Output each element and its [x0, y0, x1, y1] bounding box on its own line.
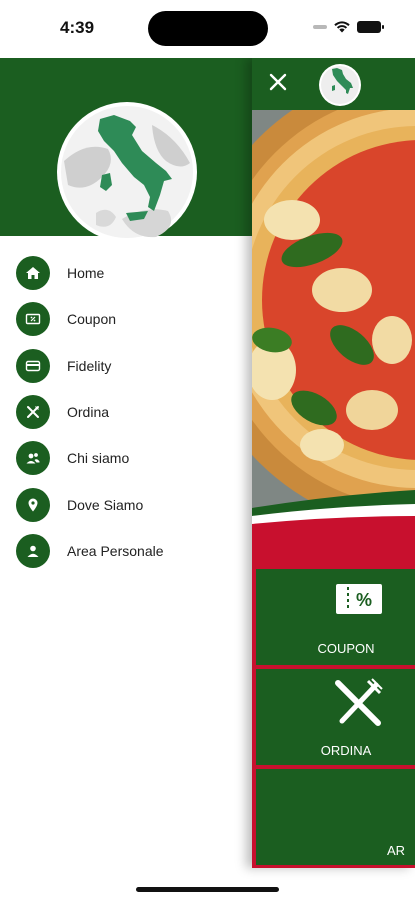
- italy-globe-logo-small: [319, 64, 361, 106]
- menu-item-home[interactable]: Home: [0, 250, 252, 296]
- home-indicator[interactable]: [136, 887, 279, 892]
- home-icon: [16, 256, 50, 291]
- pizza-hero-image: [252, 110, 415, 565]
- menu-label-dove-siamo: Dove Siamo: [67, 496, 144, 513]
- hero-banner: [252, 110, 415, 565]
- italy-globe-logo: [57, 102, 197, 242]
- close-icon[interactable]: [266, 70, 290, 94]
- cutlery-icon: [335, 678, 383, 726]
- menu-label-home: Home: [67, 265, 105, 282]
- dynamic-island: [148, 11, 268, 46]
- menu-item-ordina[interactable]: Ordina: [0, 389, 252, 435]
- coupon-icon: %: [336, 584, 382, 614]
- tile-label-coupon: COUPON: [317, 641, 375, 656]
- person-icon: [16, 533, 50, 568]
- status-time: 4:39: [60, 18, 95, 37]
- coupon-tile[interactable]: % COUPON: [256, 569, 415, 665]
- coupon-icon: [16, 302, 50, 337]
- tiles-grid: % COUPON ORDINA AR: [252, 565, 415, 868]
- main-panel: % COUPON ORDINA AR: [252, 58, 415, 868]
- drawer-menu: Home Coupon Fidelity Ordina Chi siamo Do…: [0, 250, 252, 574]
- people-icon: [16, 441, 50, 476]
- menu-item-dove-siamo[interactable]: Dove Siamo: [0, 481, 252, 527]
- cutlery-icon: [16, 395, 50, 430]
- ordina-tile[interactable]: ORDINA: [256, 669, 415, 765]
- svg-text:%: %: [356, 590, 372, 610]
- cellular-signal-icon: [313, 24, 327, 29]
- area-tile[interactable]: AR: [256, 769, 415, 865]
- menu-item-area-personale[interactable]: Area Personale: [0, 528, 252, 574]
- tile-label-area: AR: [387, 843, 406, 858]
- app-bar: [252, 58, 415, 110]
- status-bar: 4:39: [0, 0, 415, 58]
- menu-item-fidelity[interactable]: Fidelity: [0, 343, 252, 389]
- battery-icon: [357, 20, 384, 33]
- side-drawer: Home Coupon Fidelity Ordina Chi siamo Do…: [0, 58, 252, 900]
- menu-label-ordina: Ordina: [67, 404, 110, 421]
- menu-label-coupon: Coupon: [67, 311, 117, 328]
- menu-label-chi-siamo: Chi siamo: [67, 450, 130, 467]
- card-icon: [16, 348, 50, 383]
- status-icons: [313, 20, 384, 33]
- wifi-icon: [334, 21, 350, 33]
- menu-item-coupon[interactable]: Coupon: [0, 296, 252, 342]
- menu-label-area-personale: Area Personale: [67, 542, 164, 559]
- location-pin-icon: [16, 487, 50, 522]
- menu-item-chi-siamo[interactable]: Chi siamo: [0, 435, 252, 481]
- menu-label-fidelity: Fidelity: [67, 357, 112, 374]
- tile-label-ordina: ORDINA: [320, 743, 372, 758]
